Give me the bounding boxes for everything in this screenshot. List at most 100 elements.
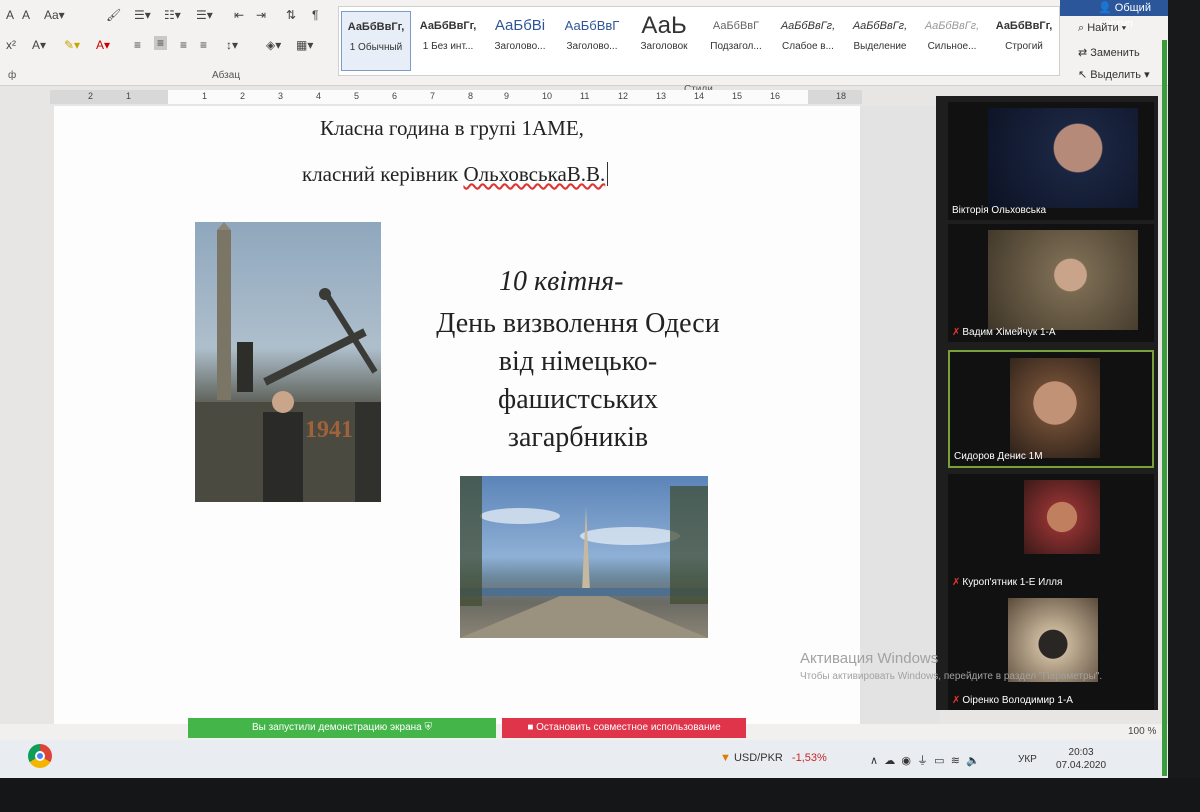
style-sample: АаБбВвГг, bbox=[924, 20, 980, 32]
ruler-number: 1 bbox=[202, 91, 208, 101]
participant-video bbox=[988, 108, 1138, 208]
ticker-name: USD/PKR bbox=[733, 752, 783, 764]
style-name: Подзагол... bbox=[710, 41, 762, 52]
participant-name: Оіренко Володимир 1-А bbox=[962, 695, 1073, 706]
text-effects-icon[interactable]: A▾ bbox=[32, 38, 46, 52]
pilcrow-icon[interactable]: ¶ bbox=[312, 8, 318, 22]
highlight-icon[interactable]: ✎▾ bbox=[64, 38, 80, 52]
style-tile[interactable]: АаБбВвГ Подзагол... bbox=[701, 11, 771, 71]
style-tile[interactable]: АаБбВвГг, 1 Без инт... bbox=[413, 11, 483, 71]
usb-icon[interactable]: ⏚ bbox=[917, 755, 928, 767]
participant-tile[interactable]: Вікторія Ольховська bbox=[948, 102, 1154, 220]
style-name: Строгий bbox=[1005, 41, 1043, 52]
find-button[interactable]: ⌕ Найти ▾ bbox=[1078, 22, 1126, 35]
align-left-icon[interactable]: ≡ bbox=[134, 38, 141, 52]
style-name: 1 Без инт... bbox=[422, 41, 474, 52]
taskbar-clock[interactable]: 20:03 07.04.2020 bbox=[1056, 746, 1106, 772]
font-size-down-icon[interactable]: A bbox=[6, 8, 14, 22]
participant-tile-active-speaker[interactable]: Сидоров Денис 1М bbox=[948, 350, 1154, 468]
style-sample: АаБбВі bbox=[494, 17, 546, 34]
line-spacing-icon[interactable]: ↕▾ bbox=[226, 38, 238, 52]
style-tile[interactable]: АаЬ Заголовок bbox=[629, 11, 699, 71]
select-button[interactable]: ↖ Выделить ▾ bbox=[1078, 68, 1150, 81]
stop-icon: ■ bbox=[527, 722, 534, 733]
style-tile[interactable]: АаБбВвГг, 1 Обычный bbox=[341, 11, 411, 71]
multilevel-list-icon[interactable]: ☰▾ bbox=[196, 8, 213, 22]
zoom-app-icon[interactable]: ◉ bbox=[901, 755, 911, 767]
ruler-number: 8 bbox=[468, 91, 474, 101]
chevron-up-icon[interactable]: ∧ bbox=[870, 755, 878, 767]
participant-tile[interactable]: ✗ Вадим Хімейчук 1-А bbox=[948, 224, 1154, 342]
cursor-icon: ↖ bbox=[1078, 69, 1088, 81]
replace-icon: ⇄ bbox=[1078, 47, 1088, 59]
cloud-icon[interactable]: ☁ bbox=[884, 755, 895, 767]
memorial-veteran-photo[interactable]: 1941 bbox=[195, 222, 381, 502]
share-button[interactable]: 👤 Общий доступ bbox=[1098, 0, 1170, 30]
system-tray[interactable]: ∧ ☁ ◉ ⏚ ▭ ≋ 🔈 bbox=[870, 752, 980, 768]
heading-line: загарбників bbox=[507, 422, 649, 453]
shading-icon[interactable]: ◈▾ bbox=[266, 38, 281, 52]
ruler-number: 14 bbox=[694, 91, 705, 101]
increase-indent-icon[interactable]: ⇥ bbox=[256, 8, 266, 22]
video-participants-panel: Вікторія Ольховська ✗ Вадим Хімейчук 1-А … bbox=[936, 96, 1158, 710]
numbering-icon[interactable]: ☷▾ bbox=[164, 8, 181, 22]
font-color-icon[interactable]: A▾ bbox=[96, 38, 110, 52]
stop-sharing-button[interactable]: ■ Остановить совместное использование bbox=[502, 718, 746, 738]
participant-name: Вадим Хімейчук 1-А bbox=[962, 327, 1056, 338]
heading-line: від німецько- bbox=[498, 346, 658, 377]
style-sample: АаЬ bbox=[641, 12, 687, 39]
ruler-number: 1 bbox=[126, 91, 132, 101]
shield-icon: ⛨ bbox=[424, 722, 433, 733]
stock-ticker-widget[interactable]: ▼ USD/PKR -1,53% bbox=[720, 752, 827, 764]
windows-activation-watermark: Активация Windows Чтобы активировать Win… bbox=[800, 650, 1120, 682]
style-tile[interactable]: АаБбВвГ Заголово... bbox=[557, 11, 627, 71]
ruler-number: 11 bbox=[580, 91, 590, 101]
memorial-veteran-illustration: 1941 bbox=[195, 222, 381, 502]
participant-video bbox=[1010, 358, 1100, 458]
battery-icon[interactable]: ▭ bbox=[934, 755, 944, 767]
align-center-icon[interactable]: ≡ bbox=[154, 36, 168, 50]
style-tile[interactable]: АаБбВвГг, Строгий bbox=[989, 11, 1059, 71]
clear-format-icon[interactable]: 🖌 bbox=[106, 8, 121, 22]
language-indicator[interactable]: УКР bbox=[1018, 754, 1037, 765]
participant-video bbox=[1024, 480, 1100, 554]
teacher-name: ОльховськаВ.В. bbox=[463, 162, 606, 186]
text-cursor bbox=[607, 162, 614, 186]
zoom-level[interactable]: 100 % bbox=[1128, 726, 1156, 737]
ruler-number: 16 bbox=[770, 91, 781, 101]
align-right-icon[interactable]: ≡ bbox=[180, 38, 187, 52]
style-tile[interactable]: АаБбВі Заголово... bbox=[485, 11, 555, 71]
teacher-label: класний керівник bbox=[302, 162, 464, 186]
ruler-number: 15 bbox=[732, 91, 743, 101]
style-name: Слабое в... bbox=[782, 41, 834, 52]
mic-muted-icon: ✗ bbox=[952, 327, 961, 338]
style-tile[interactable]: АаБбВвГг, Слабое в... bbox=[773, 11, 843, 71]
change-case-icon[interactable]: Aa▾ bbox=[44, 8, 65, 22]
document-page[interactable]: Класна година в групі 1АМЕ, класний кері… bbox=[54, 106, 860, 724]
heading-line: фашистських bbox=[498, 384, 658, 415]
style-tile[interactable]: АаБбВвГг, Сильное... bbox=[917, 11, 987, 71]
styles-gallery: АаБбВвГг, 1 Обычный АаБбВвГг, 1 Без инт.… bbox=[338, 6, 1060, 76]
share-status-label: Вы запустили демонстрацию экрана bbox=[251, 722, 422, 733]
obelisk-photo[interactable] bbox=[460, 476, 708, 638]
style-tile[interactable]: АаБбВвГг, Выделение bbox=[845, 11, 915, 71]
justify-icon[interactable]: ≡ bbox=[200, 38, 207, 52]
chrome-icon[interactable] bbox=[28, 744, 52, 768]
wifi-icon[interactable]: ≋ bbox=[951, 755, 960, 767]
superscript-icon[interactable]: x² bbox=[6, 38, 16, 52]
ruler-number: 9 bbox=[504, 91, 510, 101]
decrease-indent-icon[interactable]: ⇤ bbox=[234, 8, 244, 22]
ticker-flag-icon: ▼ bbox=[720, 752, 731, 764]
borders-icon[interactable]: ▦▾ bbox=[296, 38, 313, 52]
sort-icon[interactable]: ⇅ bbox=[286, 8, 296, 22]
bullets-icon[interactable]: ☰▾ bbox=[134, 8, 151, 22]
participant-tile[interactable]: ✗ Куроп'ятник 1-Е Илля bbox=[948, 474, 1154, 592]
participant-label: ✗ Куроп'ятник 1-Е Илля bbox=[952, 577, 1062, 588]
horizontal-ruler[interactable]: 2 1 1 2 3 4 5 6 7 8 9 10 11 12 13 14 15 … bbox=[50, 90, 862, 104]
replace-button[interactable]: ⇄ Заменить bbox=[1078, 46, 1140, 59]
screen-share-indicator[interactable]: Вы запустили демонстрацию экрана ⛨ bbox=[188, 718, 496, 738]
document-subtitle: класний керівник ОльховськаВ.В. bbox=[302, 162, 614, 187]
volume-icon[interactable]: 🔈 bbox=[966, 755, 980, 767]
font-size-up-icon[interactable]: A bbox=[22, 8, 30, 22]
mic-muted-icon: ✗ bbox=[952, 577, 961, 588]
